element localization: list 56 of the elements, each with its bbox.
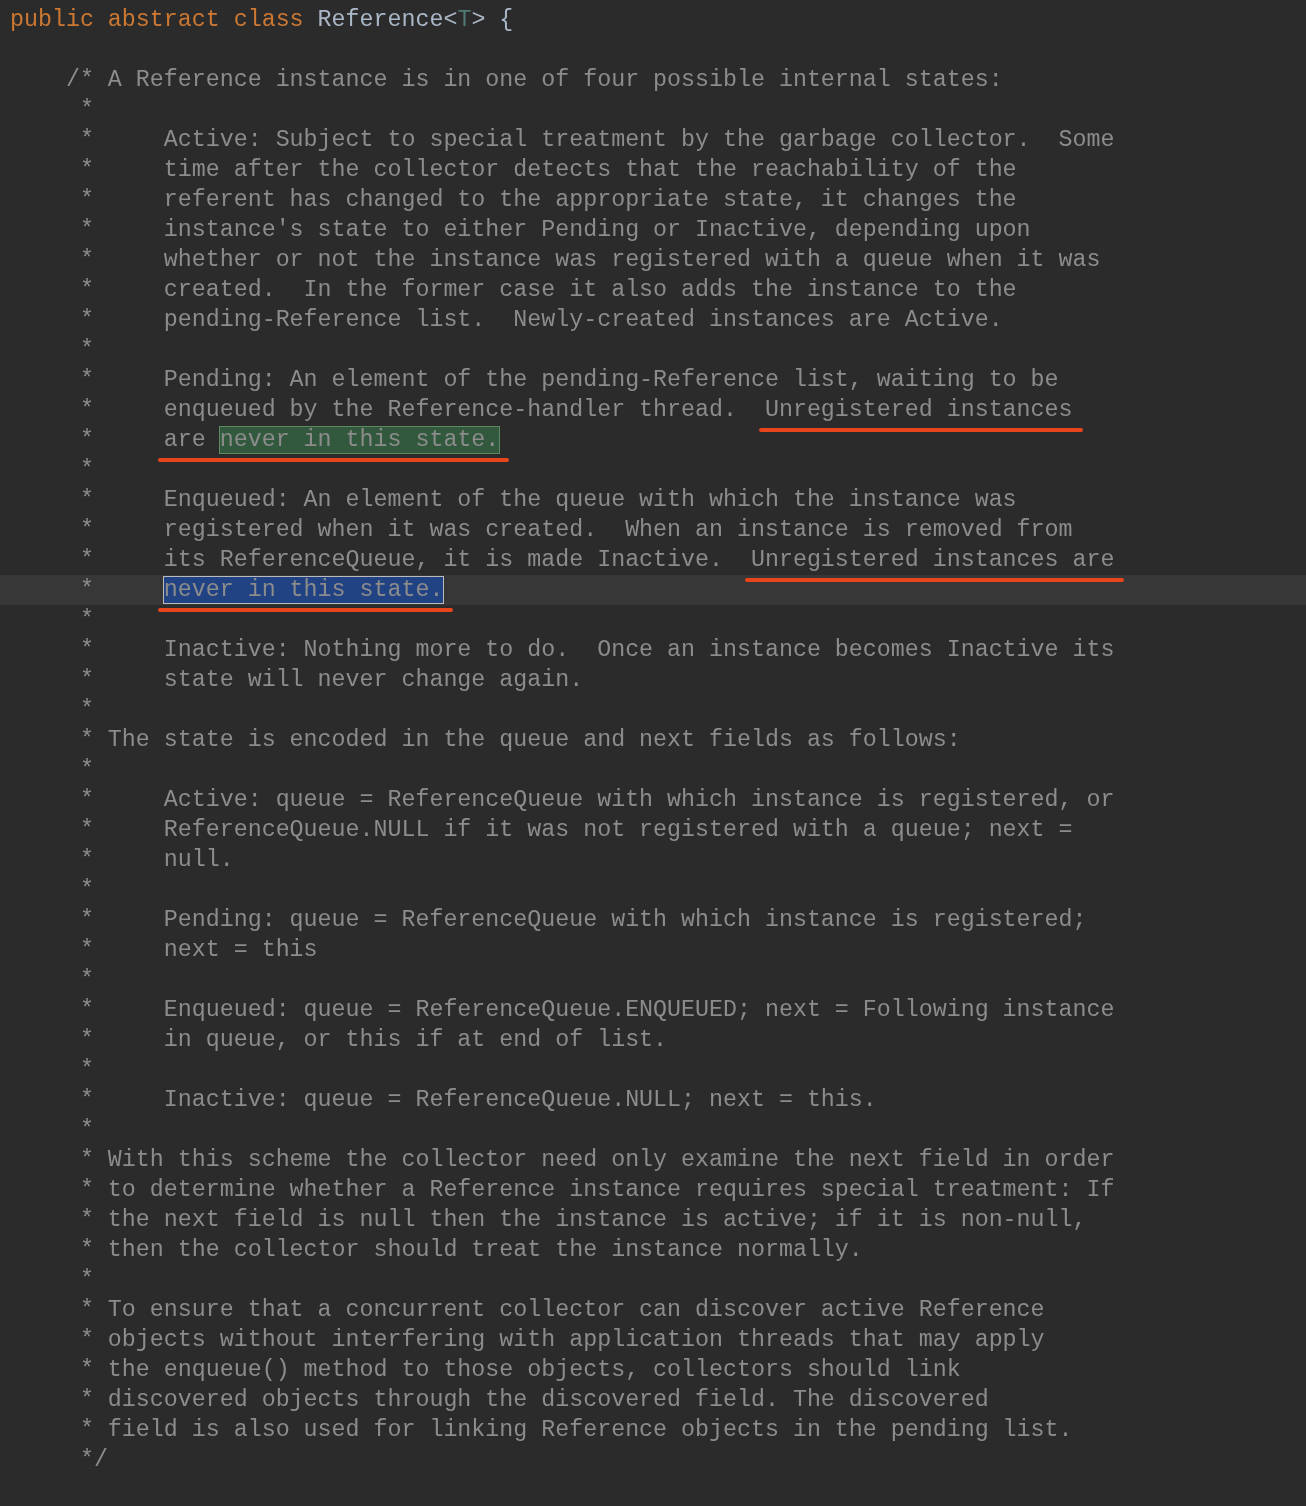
code-comment: */ [78, 1447, 108, 1473]
code-comment: * the enqueue() method to those objects, collectors should link [78, 1357, 961, 1383]
code-comment: * state will never change again. [78, 667, 584, 693]
code-comment: * [78, 1117, 94, 1143]
code-comment: * [78, 697, 94, 723]
code-comment: are [163, 427, 207, 453]
code-comment: /* A Reference instance is in one of four possible internal states: [64, 67, 1003, 93]
code-text: Reference< [317, 7, 458, 33]
code-comment: * [78, 607, 94, 633]
code-comment: * its ReferenceQueue, it is made Inactive. [78, 547, 724, 573]
code-comment: * the next field is null then the instance is active; if it is non-null, [78, 1207, 1087, 1233]
code-comment: * Inactive: queue = ReferenceQueue.NULL; next = this. [78, 1087, 877, 1113]
code-comment: * Pending: queue = ReferenceQueue with which instance is registered; [78, 907, 1087, 933]
code-comment: * next = this [78, 937, 318, 963]
code-comment: * The state is encoded in the queue and next fields as follows: [78, 727, 961, 753]
code-comment: * pending-Reference list. Newly-created instances are Active. [78, 307, 1003, 333]
code-keyword: public abstract class [10, 7, 305, 33]
code-comment: * [78, 97, 94, 123]
code-comment: * objects without interfering with application threads that may apply [78, 1327, 1045, 1353]
code-comment: * [78, 1267, 94, 1293]
code-comment: * To ensure that a concurrent collector can discover active Reference [78, 1297, 1045, 1323]
code-comment: * ReferenceQueue.NULL if it was not registered with a queue; next = [78, 817, 1073, 843]
text-selection: never in this state. [163, 577, 444, 603]
code-comment: * [78, 757, 94, 783]
code-comment: * Enqueued: queue = ReferenceQueue.ENQUEUED; next = Following instance [78, 997, 1115, 1023]
code-comment: Unregistered instances are [750, 547, 1115, 573]
code-comment: * referent has changed to the appropriate state, it changes the [78, 187, 1017, 213]
code-comment: * in queue, or this if at end of list. [78, 1027, 668, 1053]
code-comment: * [78, 427, 95, 453]
code-comment: * enqueued by the Reference-handler thread. [78, 397, 738, 423]
code-comment: * time after the collector detects that the reachability of the [78, 157, 1017, 183]
code-text: > { [471, 7, 514, 33]
code-comment: * then the collector should treat the instance normally. [78, 1237, 863, 1263]
code-comment: * whether or not the instance was registered with a queue when it was [78, 247, 1101, 273]
code-comment: * created. In the former case it also adds the instance to the [78, 277, 1017, 303]
code-comment: * With this scheme the collector need only examine the next field in order [78, 1147, 1115, 1173]
code-comment: * instance's state to either Pending or Inactive, depending upon [78, 217, 1031, 243]
search-highlight: never in this state. [219, 427, 500, 453]
code-comment: * [78, 577, 95, 603]
code-comment: * [78, 1057, 94, 1083]
code-comment: * [78, 967, 94, 993]
code-comment: * Active: queue = ReferenceQueue with which instance is registered, or [78, 787, 1115, 813]
type-parameter: T [457, 7, 472, 33]
code-comment: * discovered objects through the discovered field. The discovered [78, 1387, 989, 1413]
code-comment: * [78, 337, 94, 363]
code-comment: * Enqueued: An element of the queue with which the instance was [78, 487, 1017, 513]
code-comment: * field is also used for linking Reference objects in the pending list. [78, 1417, 1073, 1443]
code-comment: Unregistered instances [764, 397, 1073, 423]
code-comment: * [78, 457, 94, 483]
code-comment: * Pending: An element of the pending-Reference list, waiting to be [78, 367, 1059, 393]
code-comment: * Inactive: Nothing more to do. Once an instance becomes Inactive its [78, 637, 1115, 663]
code-comment: * [78, 877, 94, 903]
code-comment: * null. [78, 847, 234, 873]
code-comment: * registered when it was created. When an instance is removed from [78, 517, 1073, 543]
code-comment: * Active: Subject to special treatment by the garbage collector. Some [78, 127, 1115, 153]
code-comment: * to determine whether a Reference instance requires special treatment: If [78, 1177, 1115, 1203]
